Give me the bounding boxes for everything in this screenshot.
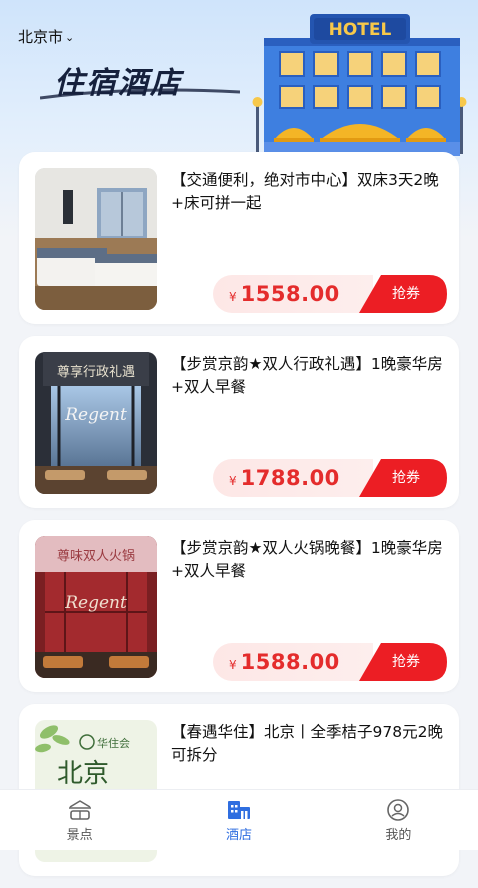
- tab-label: 我的: [385, 828, 412, 843]
- currency-symbol: ¥: [229, 658, 237, 672]
- hotel-illustration: HOTEL: [252, 14, 467, 156]
- title-swoosh-decoration: [40, 88, 240, 100]
- thumbnail-logo: 华住会: [97, 736, 130, 750]
- tab-hotel[interactable]: 酒店: [159, 790, 318, 850]
- tab-label: 酒店: [225, 828, 252, 843]
- chevron-down-icon: ⌄: [65, 31, 75, 44]
- grab-coupon-button[interactable]: 抢券: [359, 275, 447, 313]
- grab-coupon-label: 抢券: [392, 654, 420, 670]
- price-amount: 1788.00: [240, 466, 340, 490]
- price-tag: ¥ 1558.00: [213, 275, 373, 313]
- hotel-thumbnail: 尊味双人火锅 Regent: [35, 536, 157, 678]
- hotel-sign-text: HOTEL: [329, 20, 392, 40]
- thumbnail-caption: 北京: [57, 759, 109, 789]
- currency-symbol: ¥: [229, 474, 237, 488]
- hotel-icon: [227, 801, 250, 819]
- grab-coupon-label: 抢券: [392, 470, 420, 486]
- price-tag: ¥ 1588.00: [213, 643, 373, 681]
- grab-coupon-label: 抢券: [392, 286, 420, 302]
- hotel-card[interactable]: 尊味双人火锅 Regent 【步赏京韵★双人火锅晚餐】1晚豪华房+双人早餐 ¥ …: [19, 520, 459, 692]
- tab-label: 景点: [66, 828, 93, 843]
- bottom-tab-bar: 景点 酒店 我的: [0, 789, 478, 850]
- hotel-list[interactable]: 【交通便利，绝对市中心】双床3天2晚+床可拼一起 ¥ 1558.00 抢券 尊享…: [19, 152, 459, 888]
- tab-profile[interactable]: 我的: [319, 790, 478, 850]
- price-amount: 1588.00: [240, 650, 340, 674]
- hotel-title: 【交通便利，绝对市中心】双床3天2晚+床可拼一起: [171, 171, 439, 212]
- scenic-icon: [68, 800, 91, 820]
- thumbnail-logo: Regent: [64, 593, 127, 613]
- price-amount: 1558.00: [240, 282, 340, 306]
- hotel-card[interactable]: 【交通便利，绝对市中心】双床3天2晚+床可拼一起 ¥ 1558.00 抢券: [19, 152, 459, 324]
- thumbnail-caption: 尊味双人火锅: [57, 548, 135, 564]
- hotel-title: 【步赏京韵★双人火锅晚餐】1晚豪华房+双人早餐: [171, 539, 443, 580]
- hotel-thumbnail: 尊享行政礼遇 Regent: [35, 352, 157, 494]
- city-label: 北京市: [18, 28, 64, 46]
- hotel-title: 【步赏京韵★双人行政礼遇】1晚豪华房+双人早餐: [171, 355, 443, 396]
- currency-symbol: ¥: [229, 290, 237, 304]
- hotel-thumbnail: [35, 168, 157, 310]
- tab-scenic[interactable]: 景点: [0, 790, 159, 850]
- thumbnail-caption: 尊享行政礼遇: [57, 364, 135, 380]
- city-selector[interactable]: 北京市 ⌄: [18, 26, 74, 47]
- profile-icon: [387, 799, 410, 821]
- price-tag: ¥ 1788.00: [213, 459, 373, 497]
- grab-coupon-button[interactable]: 抢券: [359, 643, 447, 681]
- thumbnail-logo: Regent: [64, 405, 127, 425]
- grab-coupon-button[interactable]: 抢券: [359, 459, 447, 497]
- hotel-title: 【春遇华住】北京丨全季桔子978元2晚可拆分: [171, 723, 443, 764]
- hotel-card[interactable]: 尊享行政礼遇 Regent 【步赏京韵★双人行政礼遇】1晚豪华房+双人早餐 ¥ …: [19, 336, 459, 508]
